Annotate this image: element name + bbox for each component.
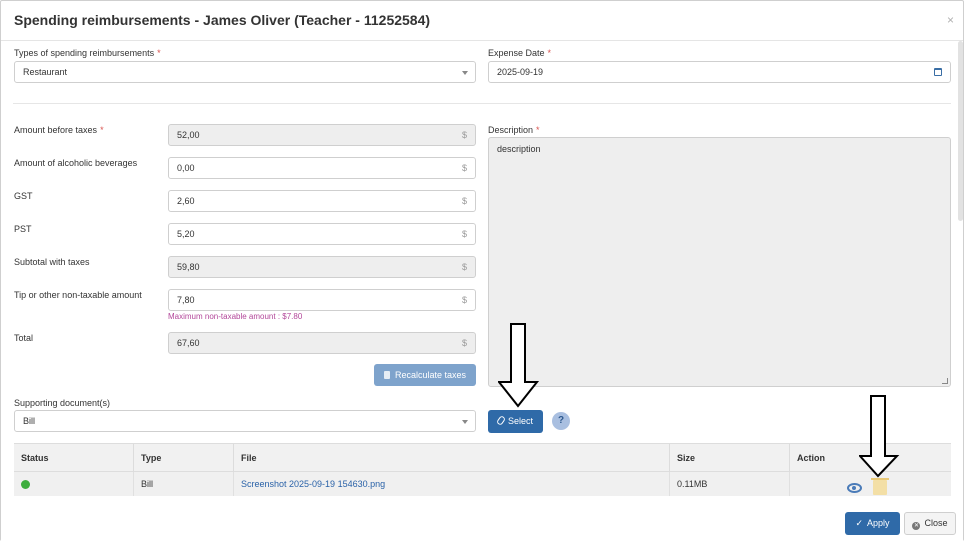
dollar-icon: $ [461,295,467,305]
pst-field[interactable]: 5,20 $ [168,223,476,245]
column-header-size: Size [670,444,790,473]
required-mark: * [547,48,552,58]
chevron-down-icon [462,71,468,75]
gst-field[interactable]: 2,60 $ [168,190,476,212]
subtotal-field[interactable]: 59,80 $ [168,256,476,278]
table-row: Bill Screenshot 2025-09-19 154630.png 0.… [14,472,951,496]
expense-date-label: Expense Date * [488,48,552,58]
description-label: Description * [488,125,540,135]
dollar-icon: $ [461,338,467,348]
chevron-down-icon [462,420,468,424]
pst-label: PST [14,224,32,234]
section-divider [13,103,951,104]
subtotal-label: Subtotal with taxes [14,257,90,267]
types-label: Types of spending reimbursements * [14,48,161,58]
tip-field[interactable]: 7,80 $ [168,289,476,311]
apply-button[interactable]: ✓ Apply [845,512,900,535]
status-ok-icon [21,480,30,489]
column-header-file: File [234,444,670,473]
modal-footer [1,499,963,541]
dollar-icon: $ [461,229,467,239]
paperclip-icon [495,415,507,426]
close-icon[interactable]: × [947,13,954,27]
check-icon: ✓ [855,518,864,528]
total-label: Total [14,333,34,343]
reimbursement-modal: Spending reimbursements - James Oliver (… [0,0,964,541]
tip-hint: Maximum non-taxable amount : $7.80 [168,312,303,321]
modal-header: Spending reimbursements - James Oliver (… [1,1,963,41]
status-cell [14,472,134,496]
description-textarea[interactable]: description [488,137,951,387]
recalculate-taxes-button[interactable]: Recalculate taxes [374,364,476,386]
select-file-button[interactable]: Select [488,410,543,433]
file-link[interactable]: Screenshot 2025-09-19 154630.png [234,472,670,496]
annotation-arrow-select [498,323,540,408]
gst-label: GST [14,191,33,201]
dollar-icon: $ [461,196,467,206]
amount-before-taxes-label: Amount before taxes * [14,125,104,135]
close-circle-icon: ✕ [912,522,921,530]
view-eye-icon[interactable] [847,483,862,493]
delete-trash-icon[interactable] [871,478,889,495]
column-header-type: Type [134,444,234,473]
dollar-icon: $ [461,262,467,272]
alcoholic-field[interactable]: 0,00 $ [168,157,476,179]
expense-date-field[interactable]: 2025-09-19 [488,61,951,83]
calendar-icon[interactable] [934,68,942,76]
modal-title: Spending reimbursements - James Oliver (… [14,12,431,28]
help-icon[interactable]: ? [552,412,570,430]
size-cell: 0.11MB [670,472,790,496]
types-select[interactable]: Restaurant [14,61,476,83]
resize-handle-icon[interactable] [942,378,948,384]
supporting-documents-label: Supporting document(s) [14,398,111,408]
close-button[interactable]: ✕ Close [904,512,956,535]
required-mark: * [100,125,104,135]
supporting-documents-select[interactable]: Bill [14,410,476,432]
column-header-status: Status [14,444,134,473]
tip-label: Tip or other non-taxable amount [14,290,142,300]
annotation-arrow-delete [859,395,900,478]
table-header: Status Type File Size Action [14,443,951,473]
required-mark: * [157,48,161,58]
required-mark: * [536,125,540,135]
calculator-icon [383,371,390,379]
modal-scrollbar[interactable] [958,41,963,221]
alcoholic-label: Amount of alcoholic beverages [14,158,138,168]
dollar-icon: $ [461,130,467,140]
dollar-icon: $ [461,163,467,173]
total-field[interactable]: 67,60 $ [168,332,476,354]
type-cell: Bill [134,472,234,496]
amount-before-taxes-field[interactable]: 52,00 $ [168,124,476,146]
